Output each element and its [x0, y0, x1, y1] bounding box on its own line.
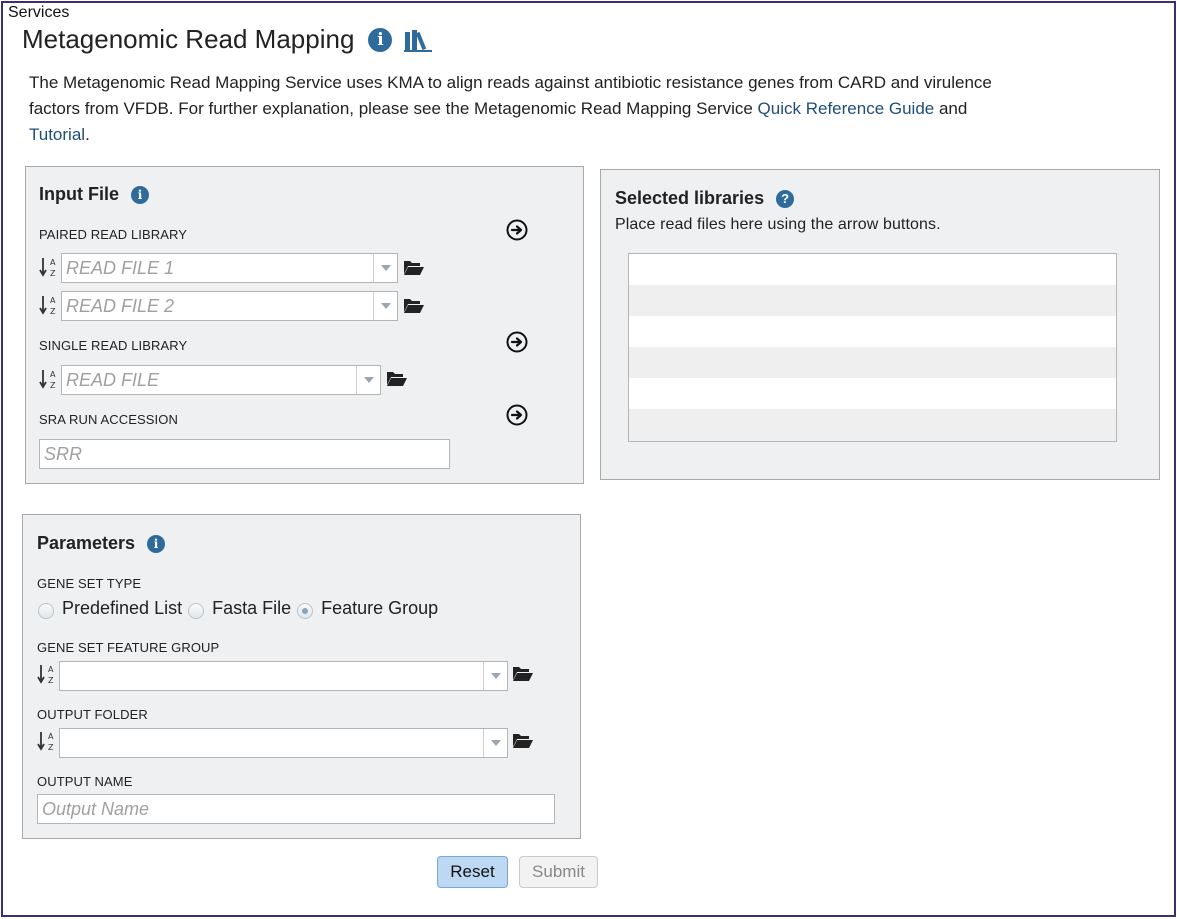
paired-read-library-label: PAIRED READ LIBRARY	[39, 227, 188, 242]
read-file-2-select[interactable]: READ FILE 2	[61, 291, 398, 321]
selected-libraries-list[interactable]	[628, 253, 1117, 442]
svg-text:A: A	[50, 258, 56, 267]
output-name-label: OUTPUT NAME	[37, 774, 133, 789]
radio-button-selected[interactable]	[297, 602, 314, 619]
output-name-input[interactable]: Output Name	[37, 794, 555, 824]
svg-text:Z: Z	[48, 676, 54, 685]
input-file-panel	[25, 166, 584, 484]
description-and: and	[934, 99, 968, 118]
list-item	[629, 409, 1116, 440]
gene-set-feature-group-label: GENE SET FEATURE GROUP	[37, 640, 220, 655]
svg-text:A: A	[48, 732, 54, 741]
quick-reference-link[interactable]: Quick Reference Guide	[758, 99, 935, 118]
sra-accession-input[interactable]: SRR	[39, 439, 450, 469]
info-icon[interactable]: i	[368, 27, 393, 52]
chevron-down-icon[interactable]	[373, 292, 397, 320]
chevron-down-icon[interactable]	[356, 366, 380, 394]
radio-label: Fasta File	[212, 598, 292, 618]
list-item	[629, 254, 1116, 285]
page-title: Metagenomic Read Mapping	[22, 24, 355, 54]
selected-libraries-title: Selected libraries ?	[615, 188, 795, 209]
reset-button[interactable]: Reset	[437, 856, 508, 888]
title-row: Metagenomic Read Mapping i	[22, 24, 434, 55]
feature-group-select[interactable]	[59, 661, 508, 691]
radio-feature-group[interactable]: Feature Group	[297, 598, 438, 619]
help-icon[interactable]: ?	[776, 189, 795, 208]
service-description: The Metagenomic Read Mapping Service use…	[29, 70, 1039, 148]
svg-text:Z: Z	[50, 307, 56, 316]
read-file-1-placeholder: READ FILE 1	[66, 258, 175, 278]
read-file-placeholder: READ FILE	[66, 370, 160, 390]
chevron-down-icon[interactable]	[373, 254, 397, 282]
read-file-1-select[interactable]: READ FILE 1	[61, 253, 398, 283]
input-file-title: Input File i	[39, 184, 149, 205]
radio-button[interactable]	[188, 602, 205, 619]
gene-set-type-radio-group: Predefined List Fasta File Feature Group	[38, 598, 444, 619]
folder-open-icon[interactable]	[512, 731, 534, 749]
svg-text:Z: Z	[50, 269, 56, 278]
tutorial-link[interactable]: Tutorial	[29, 125, 85, 144]
list-item	[629, 378, 1116, 409]
svg-text:Z: Z	[48, 743, 54, 752]
read-file-2-placeholder: READ FILE 2	[66, 296, 175, 316]
svg-text:Z: Z	[50, 381, 56, 390]
output-folder-select[interactable]	[59, 728, 508, 758]
add-paired-arrow-icon[interactable]	[506, 219, 528, 241]
parameters-title-text: Parameters	[37, 533, 136, 553]
input-file-title-text: Input File	[39, 184, 119, 204]
chevron-down-icon[interactable]	[483, 729, 507, 757]
parameters-title: Parameters i	[37, 533, 166, 554]
radio-label: Predefined List	[62, 598, 183, 618]
radio-fasta-file[interactable]: Fasta File	[188, 598, 291, 619]
single-read-library-label: SINGLE READ LIBRARY	[39, 338, 188, 353]
read-file-select[interactable]: READ FILE	[61, 365, 381, 395]
sort-icon[interactable]: A Z	[39, 368, 59, 390]
list-item	[629, 285, 1116, 316]
sort-icon[interactable]: A Z	[37, 663, 57, 685]
svg-text:A: A	[50, 370, 56, 379]
feature-group-value	[60, 662, 483, 690]
submit-button[interactable]: Submit	[519, 856, 598, 888]
folder-open-icon[interactable]	[403, 258, 425, 276]
parameters-info-icon[interactable]: i	[147, 534, 166, 553]
breadcrumb[interactable]: Services	[8, 4, 69, 22]
description-end: .	[85, 125, 90, 144]
list-item	[629, 316, 1116, 347]
add-single-arrow-icon[interactable]	[506, 331, 528, 353]
radio-predefined-list[interactable]: Predefined List	[38, 598, 182, 619]
sort-icon[interactable]: A Z	[39, 294, 59, 316]
input-file-info-icon[interactable]: i	[131, 185, 149, 204]
selected-libraries-hint: Place read files here using the arrow bu…	[615, 216, 941, 233]
output-folder-value	[60, 729, 483, 757]
gene-set-type-label: GENE SET TYPE	[37, 576, 142, 591]
add-sra-arrow-icon[interactable]	[506, 404, 528, 426]
folder-open-icon[interactable]	[512, 664, 534, 682]
svg-text:A: A	[48, 665, 54, 674]
selected-libraries-title-text: Selected libraries	[615, 188, 765, 208]
chevron-down-icon[interactable]	[483, 662, 507, 690]
radio-button[interactable]	[38, 602, 54, 619]
svg-text:A: A	[50, 296, 56, 305]
folder-open-icon[interactable]	[403, 296, 425, 314]
sort-icon[interactable]: A Z	[39, 256, 59, 278]
output-folder-label: OUTPUT FOLDER	[37, 707, 148, 722]
list-item	[629, 347, 1116, 378]
sra-run-accession-label: SRA RUN ACCESSION	[39, 412, 178, 427]
library-icon[interactable]	[404, 28, 434, 52]
radio-label: Feature Group	[321, 598, 439, 618]
sort-icon[interactable]: A Z	[37, 730, 57, 752]
folder-open-icon[interactable]	[386, 369, 408, 387]
